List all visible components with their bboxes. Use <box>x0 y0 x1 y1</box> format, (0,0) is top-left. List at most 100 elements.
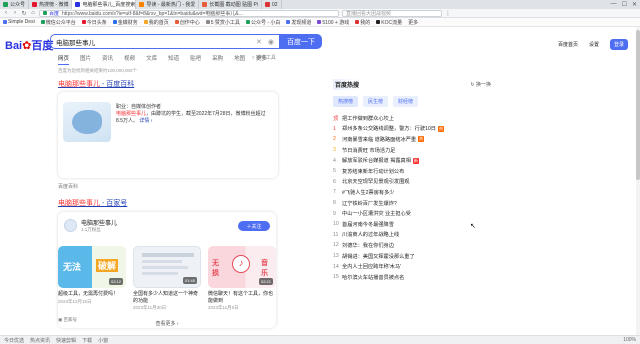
extensions-icon[interactable]: ⋮ <box>445 10 451 17</box>
tab-images[interactable]: 图片 <box>80 54 91 65</box>
video-title[interactable]: 全国有多少人知道这一个神奇的功能 <box>133 291 201 304</box>
hot-item[interactable]: 15 哈尔滨火车站播音员被点名 <box>333 272 491 283</box>
bookmark-item[interactable]: 微信公众平台 <box>40 19 76 26</box>
hot-item[interactable]: 8 辽宁铁岭百厂发生爆炸? <box>333 198 491 209</box>
hot-item[interactable]: 14 全内人士回应跨年称'木马' <box>333 261 491 272</box>
bookmark-item[interactable]: Simple Desi <box>3 19 35 25</box>
account-info: 电脑那些事儿 1.1万粉丝 <box>64 218 117 233</box>
hot-rank: 顶 <box>333 115 339 122</box>
bookmark-item[interactable]: 5 赞赏小工具 <box>205 19 240 26</box>
video-thumbnail[interactable]: 无法 破解 02:12 <box>58 246 126 288</box>
see-more-link[interactable]: 查看更多 › <box>58 320 276 327</box>
bookmark-item[interactable]: 发现频道 <box>286 19 311 26</box>
minimize-icon[interactable]: — <box>611 1 617 8</box>
status-item[interactable]: 小窗 <box>98 337 108 344</box>
chip-hot-list[interactable]: 热搜榜 <box>333 96 359 107</box>
baike-thumbnail[interactable] <box>63 102 111 142</box>
bookmark-item[interactable]: 更多 <box>408 19 418 26</box>
tab-news[interactable]: 资讯 <box>102 54 113 65</box>
bookmark-item[interactable]: 金蝶财务 <box>112 19 138 26</box>
page-scrollbar[interactable] <box>636 27 640 335</box>
login-button[interactable]: 登录 <box>609 39 628 50</box>
hot-item[interactable]: 顶把工作做到群众心坎上 <box>333 113 491 124</box>
hot-chips: 热搜榜 民生榜 财经榜 <box>333 96 491 107</box>
status-item[interactable]: 快速剪辑 <box>56 337 76 344</box>
video-thumbnail[interactable]: 无损 ♪ 音乐 02:21 <box>208 246 276 288</box>
scrollbar-thumb[interactable] <box>636 30 640 180</box>
bookmark-item[interactable]: 5100 + 游戏 <box>317 19 349 26</box>
maximize-icon[interactable]: ☐ <box>622 1 627 8</box>
baike-result-title[interactable]: 电脑那些事儿 - 百度百科 <box>58 79 288 89</box>
reload-icon[interactable]: ↻ <box>21 10 27 17</box>
bookmark-item[interactable]: 创作中心 <box>174 19 200 26</box>
secure-shield-icon <box>43 11 47 15</box>
video-title[interactable]: 超级工具，无需再付费吗！ <box>58 291 126 298</box>
hot-item[interactable]: 2 河南暴雪来临 道路路面结冰严重热 <box>333 134 491 145</box>
status-item[interactable]: 下载 <box>82 337 92 344</box>
video-title[interactable]: 微信聊天！有这个工具，你也能做到 <box>208 291 276 304</box>
baidu-logo[interactable]: Bai✿百度 <box>5 37 53 53</box>
video-item[interactable]: 无损 ♪ 音乐 02:21 微信聊天！有这个工具，你也能做到 2023年11月5… <box>208 246 276 311</box>
hot-item[interactable]: 13 胡锡进：美国又挥霍没那么重了 <box>333 251 491 262</box>
status-item[interactable]: 今日优选 <box>4 337 24 344</box>
refresh-button[interactable]: ↻ 换一换 <box>470 81 491 88</box>
follow-button[interactable]: ＋关注 <box>238 221 270 231</box>
video-thumbnail[interactable]: 01:45 <box>133 246 201 288</box>
hot-item[interactable]: 1 郑州多条公交路线调整，警方：行驶10日热 <box>333 124 491 135</box>
hot-item[interactable]: 10 首届河南今冬最强降雪 <box>333 219 491 230</box>
hot-item[interactable]: 11 川渝商人的过年战略上线 <box>333 230 491 241</box>
details-link[interactable]: 详情 › <box>139 118 152 124</box>
tab-purchase[interactable]: 采购 <box>212 54 223 65</box>
video-item[interactable]: 无法 破解 02:12 超级工具，无需再付费吗！ 2023年12月15日 <box>58 246 126 311</box>
status-item[interactable]: 热点资讯 <box>30 337 50 344</box>
chip-finance-list[interactable]: 财经榜 <box>393 96 419 107</box>
bookmark-item[interactable]: 我的 <box>355 19 370 26</box>
hot-rank: 11 <box>333 231 339 238</box>
url-input[interactable]: 百度 https://www.baidu.com/s?ie=utf-8&f=8&… <box>39 9 339 17</box>
tab-wenku[interactable]: 文库 <box>146 54 157 65</box>
account-name[interactable]: 电脑那些事儿 <box>81 218 117 227</box>
hot-item[interactable]: 4 解放军驳斥台媒报道 揭露真相新 <box>333 155 491 166</box>
tab-label: 02 <box>271 1 278 8</box>
baijiahao-result-title[interactable]: 电脑那些事儿 - 百家号 <box>58 198 127 208</box>
search-input[interactable]: 电脑那些事儿 ✕ ◉ <box>50 34 280 49</box>
search-button[interactable]: 百度一下 <box>280 34 322 49</box>
tab-zhidao[interactable]: 知道 <box>168 54 179 65</box>
baidu-home-link[interactable]: 百度首页 <box>558 41 578 48</box>
settings-link[interactable]: 设置 <box>589 41 599 48</box>
tab-video[interactable]: 视频 <box>124 54 135 65</box>
hot-item[interactable]: 5 复苏结束新年行动计划公布 <box>333 166 491 177</box>
search-tools-button[interactable]: ▿ 搜索工具 <box>252 54 276 61</box>
home-icon[interactable]: ⌂ <box>30 10 36 16</box>
browser-tab[interactable]: 长截图 截动图 贴图 Pi <box>199 0 262 9</box>
browser-tab[interactable]: 导读 - 最新热门 - 我爱 <box>136 0 200 9</box>
browser-tab[interactable]: 热搜榜 - 微博 <box>29 0 73 9</box>
camera-icon[interactable]: ◉ <box>268 38 274 46</box>
bookmark-item[interactable]: 公众号 - 小白 <box>245 19 280 26</box>
hot-item[interactable]: 9 中山一小区遭洪灾 业主担心受 <box>333 208 491 219</box>
video-item[interactable]: 01:45 全国有多少人知道这一个神奇的功能 2023年11月30日 <box>133 246 201 311</box>
hot-text: 全内人士回应跨年称'木马' <box>342 264 402 271</box>
clear-icon[interactable]: ✕ <box>256 38 262 46</box>
bookmark-item[interactable]: KOC流量 <box>376 19 402 26</box>
tab-web[interactable]: 网页 <box>58 54 70 65</box>
chip-livelihood-list[interactable]: 民生榜 <box>363 96 389 107</box>
back-icon[interactable]: ‹ <box>3 10 9 16</box>
browser-tab[interactable]: 公众号 <box>0 0 30 9</box>
hot-rank: 13 <box>333 253 339 260</box>
hot-item[interactable]: 3 节日消费旺 市场活力足 <box>333 145 491 156</box>
bookmark-item[interactable]: 今日头条 <box>81 19 107 26</box>
bookmark-item[interactable]: 我的首页 <box>143 19 169 26</box>
hot-item[interactable]: 7 #飞驰人生2票房有多少 <box>333 187 491 198</box>
hot-item[interactable]: 12 刘德华：我在你们身边 <box>333 240 491 251</box>
browser-tab-active[interactable]: 电脑那些事儿_百度搜索 <box>72 0 137 9</box>
browser-tab[interactable]: 02 <box>262 0 282 9</box>
avatar[interactable] <box>64 219 77 232</box>
browser-search-box[interactable]: 直播回看大团战视频 <box>342 9 442 17</box>
tab-tieba[interactable]: 贴吧 <box>190 54 201 65</box>
hot-item[interactable]: 6 北京天空现罕见景观引发围观 <box>333 177 491 188</box>
close-icon[interactable]: ✕ <box>632 1 637 8</box>
forward-icon[interactable]: › <box>12 10 18 16</box>
tab-map[interactable]: 地图 <box>234 54 245 65</box>
zoom-level[interactable]: 100% <box>623 337 636 343</box>
